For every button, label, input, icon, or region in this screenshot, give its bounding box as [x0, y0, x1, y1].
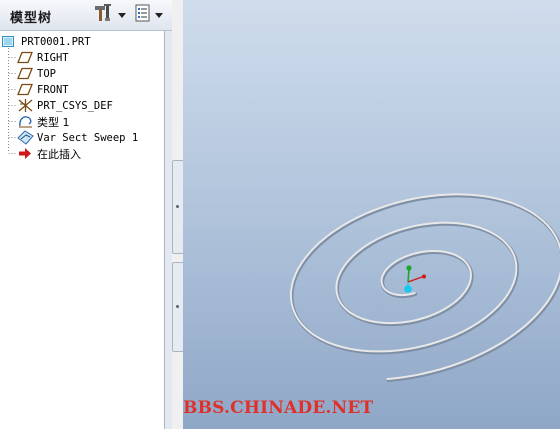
chevron-down-icon — [155, 12, 163, 18]
tree-item-label: Var Sect Sweep 1 — [37, 131, 139, 144]
datum-plane-icon — [17, 82, 34, 97]
part-icon — [1, 34, 18, 49]
panel-splitter[interactable] — [165, 31, 172, 429]
spiral-sweep-model[interactable] — [183, 0, 560, 429]
tree-item-label: RIGHT — [37, 51, 69, 64]
graphics-viewport[interactable]: BBS.CHINADE.NET — [183, 0, 560, 429]
tree-item-label: PRT_CSYS_DEF — [37, 99, 113, 112]
model-tree: PRT0001.PRT RIGHT TOP FRONT PRT_CSYS_DEF… — [0, 31, 165, 429]
tree-settings-icon — [93, 3, 115, 27]
tree-item-label: 类型 1 — [37, 115, 70, 129]
grip-dot-icon — [176, 305, 179, 308]
tree-item-insert-here[interactable]: 在此插入 — [17, 146, 81, 161]
show-list-icon — [134, 3, 152, 27]
panel-header: 模型树 — [0, 0, 172, 31]
tree-item-label: PRT0001.PRT — [21, 35, 91, 48]
tree-item-curve[interactable]: 类型 1 — [17, 114, 70, 129]
panel-title: 模型树 — [10, 11, 53, 26]
datum-plane-icon — [17, 50, 34, 65]
model-tree-panel: 模型树 PRT0001.PRT RIGHT TOP FRONT PRT_CSYS… — [0, 0, 172, 429]
tree-item-label: TOP — [37, 67, 56, 80]
sweep-icon — [17, 130, 34, 145]
tree-item-sweep[interactable]: Var Sect Sweep 1 — [17, 130, 138, 145]
tree-item-label: FRONT — [37, 83, 69, 96]
chevron-down-icon — [118, 12, 126, 18]
show-options-button[interactable] — [134, 4, 166, 26]
csys-icon — [17, 98, 34, 113]
tree-item-top[interactable]: TOP — [17, 66, 56, 81]
watermark: BBS.CHINADE.NET — [183, 398, 374, 418]
tree-item-part[interactable]: PRT0001.PRT — [1, 34, 91, 49]
grip-dot-icon — [176, 205, 179, 208]
tree-item-csys[interactable]: PRT_CSYS_DEF — [17, 98, 113, 113]
datum-plane-icon — [17, 66, 34, 81]
tree-item-right[interactable]: RIGHT — [17, 50, 69, 65]
tree-settings-button[interactable] — [93, 4, 127, 26]
tree-item-front[interactable]: FRONT — [17, 82, 69, 97]
tree-item-label: 在此插入 — [37, 147, 81, 161]
curve-icon — [17, 114, 34, 129]
insert-here-arrow-icon — [17, 146, 34, 161]
coordinate-triad-icon — [404, 265, 426, 293]
